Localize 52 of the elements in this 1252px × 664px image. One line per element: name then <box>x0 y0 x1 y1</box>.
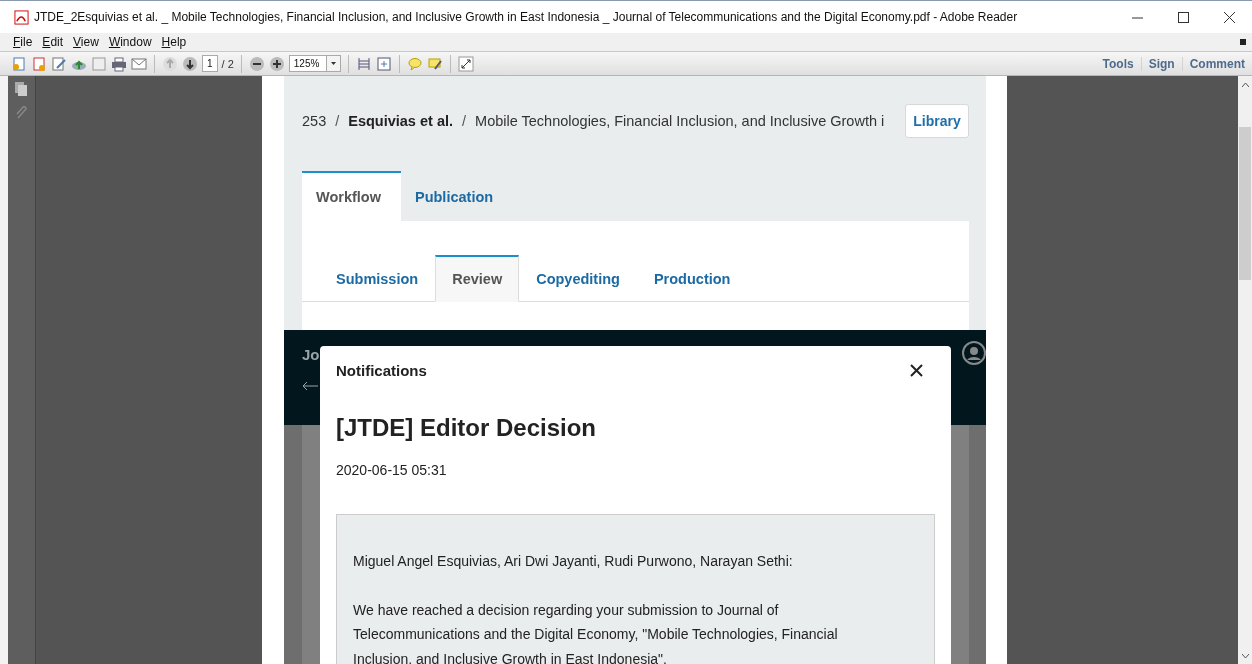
edit-icon[interactable] <box>51 55 67 72</box>
journal-name: Jo <box>302 346 321 363</box>
window-title: JTDE_2Esquivias et al. _ Mobile Technologies, Financial Inclusion, and Inclusive Growth in East Indonesia _ Journal of Telecommunications and the Digital Economy.pdf - Adobe Reader <box>34 10 1018 24</box>
menu-item[interactable]: Edit <box>37 35 69 49</box>
breadcrumb-separator: / <box>462 113 467 129</box>
paperclip-icon[interactable] <box>15 106 28 120</box>
page-count: / 2 <box>221 57 234 70</box>
document-icon[interactable] <box>11 55 27 72</box>
document-icon[interactable] <box>31 55 47 72</box>
page-number-field[interactable]: 1 <box>202 55 218 72</box>
stage-tab[interactable]: Copyediting <box>519 255 637 302</box>
maximize-icon[interactable] <box>1177 11 1189 23</box>
highlighter-icon[interactable] <box>426 55 443 72</box>
close-icon[interactable] <box>910 364 923 377</box>
fit-width-icon[interactable] <box>375 55 392 72</box>
submission-number: 253 <box>302 113 327 129</box>
tab[interactable]: Publication <box>401 171 514 221</box>
print-icon[interactable] <box>111 55 127 72</box>
task-button[interactable]: Sign <box>1140 56 1182 71</box>
stage-tab[interactable]: Production <box>636 255 748 302</box>
library-button[interactable]: Library <box>905 104 969 138</box>
dialog-heading: Notifications <box>336 361 427 379</box>
stage-tab[interactable]: Submission <box>319 255 436 302</box>
notification-title: [JTDE] Editor Decision <box>336 414 598 442</box>
submission-title: Mobile Technologies, Financial Inclusion, and Inclusive Growth i <box>475 113 885 129</box>
zoom-in-icon[interactable] <box>268 55 285 72</box>
pages-icon[interactable] <box>15 82 28 96</box>
menu-item[interactable]: View <box>68 35 104 49</box>
menu-item[interactable]: File <box>8 35 38 49</box>
close-icon[interactable] <box>1223 11 1235 23</box>
fit-page-icon[interactable] <box>355 55 372 72</box>
user-icon[interactable] <box>962 341 986 365</box>
back-arrow-icon[interactable] <box>302 381 318 391</box>
fullscreen-icon[interactable] <box>457 55 474 72</box>
pdf-icon <box>14 9 29 25</box>
stage-tab[interactable]: Review <box>435 255 520 302</box>
scroll-thumb[interactable] <box>1239 127 1251 280</box>
task-button[interactable]: Comment <box>1181 56 1252 71</box>
scroll-up-icon[interactable] <box>1241 82 1249 87</box>
zoom-field[interactable]: 125% <box>288 55 327 72</box>
tab[interactable]: Workflow <box>302 171 401 221</box>
caret-icon <box>330 62 336 65</box>
task-button[interactable]: Tools <box>1095 56 1141 71</box>
breadcrumb-separator: / <box>335 113 340 129</box>
message-paragraph: Miguel Angel Esquivias, Ari Dwi Jayanti, Rudi Purwono, Narayan Sethi: <box>353 552 794 571</box>
menu-item[interactable]: Window <box>103 35 157 49</box>
notification-date: 2020-06-15 05:31 <box>336 462 448 478</box>
scroll-down-icon[interactable] <box>1241 653 1249 658</box>
author-names: Esquivias et al. <box>348 113 453 129</box>
menu-item[interactable]: Help <box>156 35 192 49</box>
zoom-out-icon[interactable] <box>248 55 265 72</box>
mail-icon[interactable] <box>131 55 147 72</box>
